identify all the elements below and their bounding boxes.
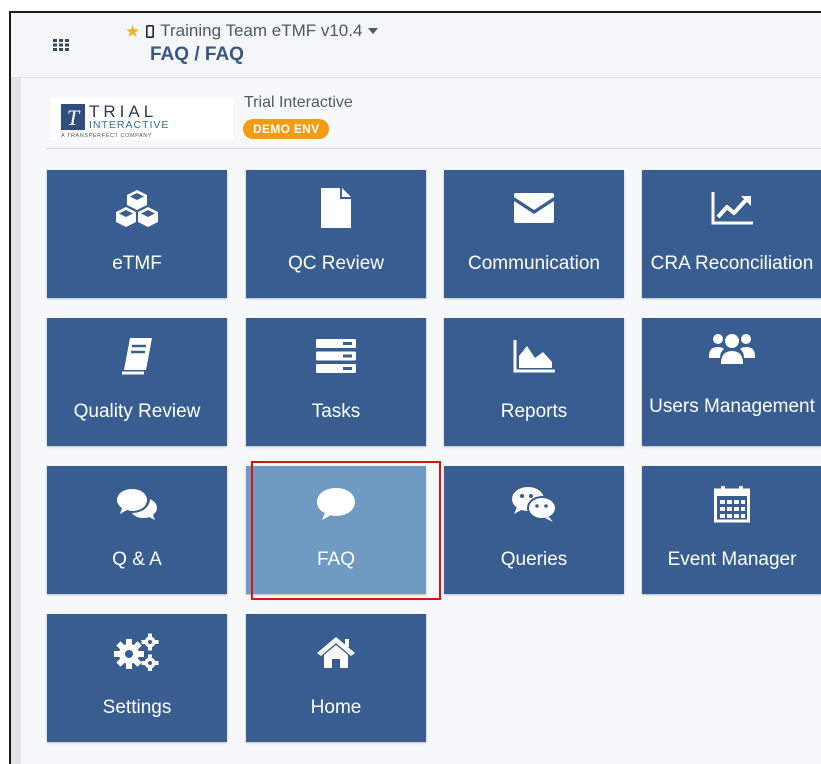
- chat-bubbles-icon: [444, 484, 624, 524]
- book-icon: [47, 336, 227, 376]
- trial-interactive-logo: T TRIAL INTERACTIVE A TRANSPERFECT COMPA…: [51, 98, 233, 140]
- tile-reports[interactable]: Reports: [444, 318, 624, 446]
- tile-q-and-a[interactable]: Q & A: [47, 466, 227, 594]
- comment-icon: [246, 484, 426, 524]
- home-icon: [246, 632, 426, 672]
- tile-users-management[interactable]: Users Management: [642, 318, 821, 446]
- area-chart-icon: [444, 336, 624, 376]
- tile-label: Home: [310, 697, 362, 718]
- svg-text:A TRANSPERFECT COMPANY: A TRANSPERFECT COMPANY: [61, 133, 152, 139]
- study-selector[interactable]: ★ Training Team eTMF v10.4: [125, 21, 379, 41]
- users-icon: [642, 328, 821, 368]
- tile-communication[interactable]: Communication: [444, 170, 624, 298]
- apps-grid-icon[interactable]: [53, 39, 69, 51]
- tile-label: CRA Reconciliation: [650, 253, 814, 274]
- top-bar: ★ Training Team eTMF v10.4 FAQ / FAQ: [11, 13, 821, 78]
- tile-settings[interactable]: Settings: [47, 614, 227, 742]
- tile-home[interactable]: Home: [246, 614, 426, 742]
- tile-qc-review[interactable]: QC Review: [246, 170, 426, 298]
- tile-label: eTMF: [112, 253, 162, 274]
- svg-text:T: T: [67, 105, 81, 130]
- breadcrumb: FAQ / FAQ: [150, 44, 244, 65]
- study-title: Training Team eTMF v10.4: [160, 21, 363, 40]
- demo-env-badge: DEMO ENV: [243, 119, 330, 139]
- tile-label: Tasks: [311, 401, 361, 422]
- tasks-icon: [246, 336, 426, 376]
- tile-etmf[interactable]: eTMF: [47, 170, 227, 298]
- tile-label: Users Management: [649, 396, 815, 417]
- cogs-icon: [47, 632, 227, 672]
- tile-tasks[interactable]: Tasks: [246, 318, 426, 446]
- file-icon: [246, 188, 426, 228]
- mobile-icon: [146, 24, 155, 38]
- comments-icon: [47, 484, 227, 524]
- cubes-icon: [47, 188, 227, 228]
- tile-label: Queries: [500, 549, 568, 570]
- tile-label: FAQ: [316, 549, 355, 570]
- tile-label: Settings: [102, 697, 172, 718]
- svg-text:INTERACTIVE: INTERACTIVE: [89, 119, 169, 131]
- tile-quality-review[interactable]: Quality Review: [47, 318, 227, 446]
- tile-label: Event Manager: [667, 549, 797, 570]
- brand-name: Trial Interactive: [244, 94, 353, 111]
- envelope-icon: [444, 188, 624, 228]
- left-scroll-strip: [11, 78, 21, 764]
- app-window: ★ Training Team eTMF v10.4 FAQ / FAQ T T…: [9, 11, 821, 764]
- tile-cra-reconciliation[interactable]: CRA Reconciliation: [642, 170, 821, 298]
- tile-event-manager[interactable]: Event Manager: [642, 466, 821, 594]
- tile-label: Reports: [500, 401, 568, 422]
- tile-label: Q & A: [112, 549, 162, 570]
- calendar-icon: [642, 484, 821, 524]
- star-icon[interactable]: ★: [125, 23, 140, 40]
- tile-label: Communication: [468, 253, 600, 274]
- tile-queries[interactable]: Queries: [444, 466, 624, 594]
- caret-down-icon[interactable]: [368, 28, 379, 34]
- line-chart-icon: [642, 188, 821, 228]
- main-content: T TRIAL INTERACTIVE A TRANSPERFECT COMPA…: [21, 78, 821, 764]
- tile-faq[interactable]: FAQ: [246, 466, 426, 594]
- header-divider: [46, 148, 821, 149]
- tile-label: QC Review: [287, 253, 385, 274]
- tile-label: Quality Review: [73, 401, 201, 422]
